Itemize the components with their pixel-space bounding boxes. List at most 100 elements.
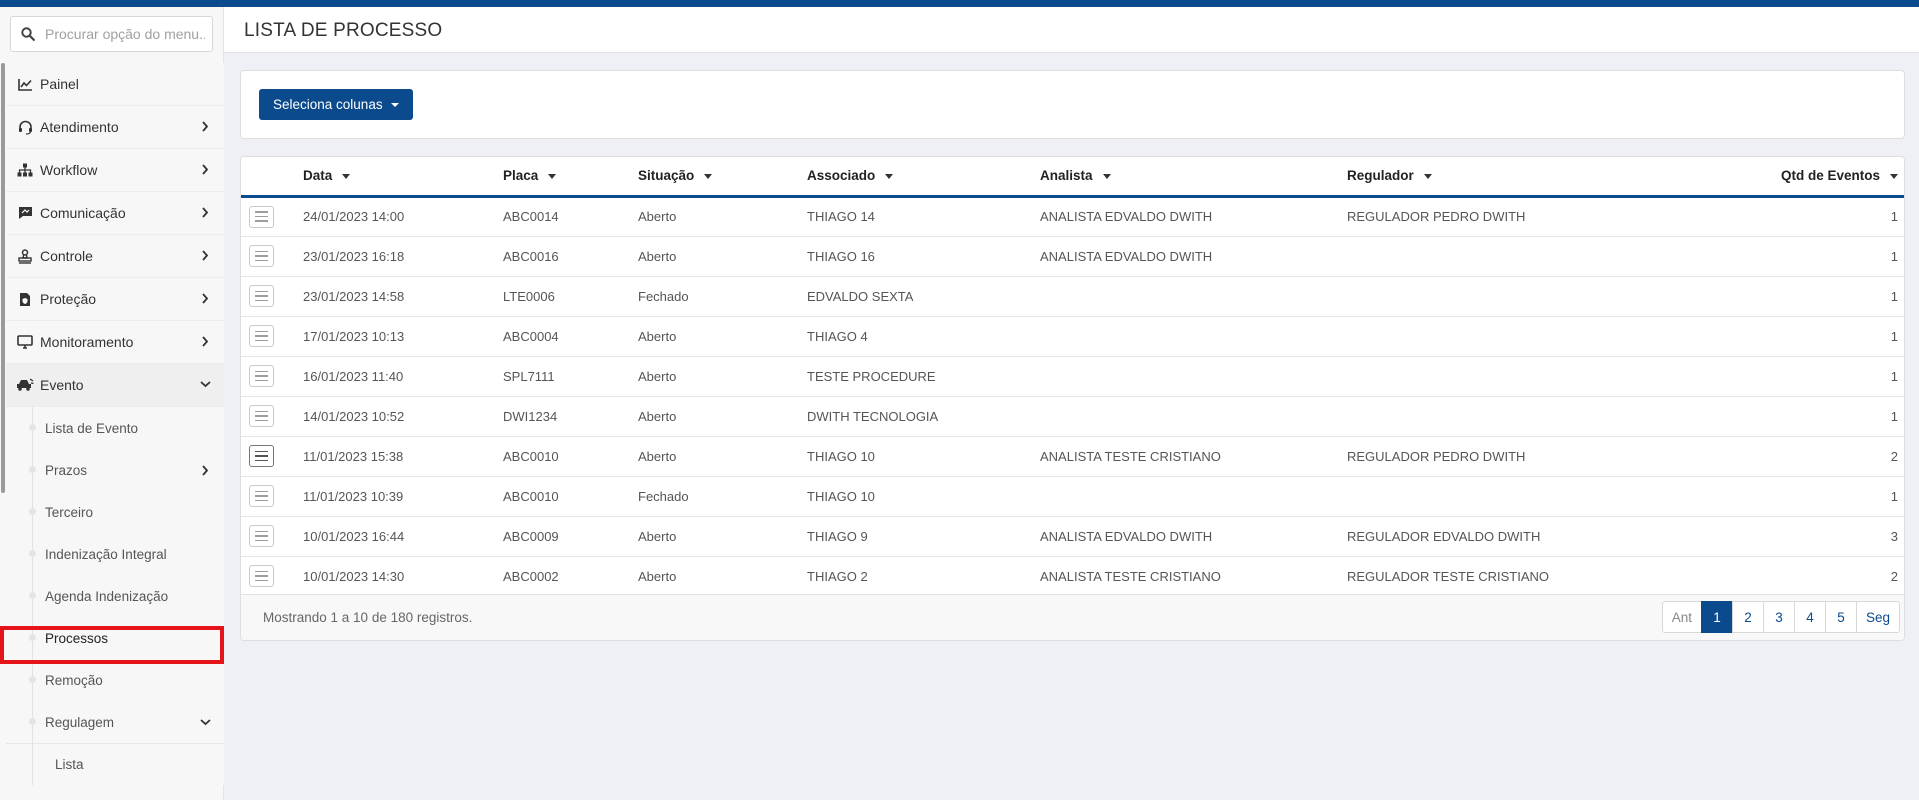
cell-data: 10/01/2023 14:30 <box>303 556 503 597</box>
menu-line <box>255 410 268 413</box>
tree-dot-icon <box>29 550 36 557</box>
row-menu-icon[interactable] <box>249 485 274 507</box>
submenu-item-prazos[interactable]: Prazos <box>6 449 224 491</box>
chevron-right-icon <box>198 463 212 477</box>
car-crash-icon <box>16 376 34 394</box>
menu-line <box>255 490 268 493</box>
cell-placa: LTE0006 <box>503 276 638 317</box>
sidebar-item-label: Painel <box>40 76 79 92</box>
table-header-row: Data Placa Situação Associado Analista R… <box>241 157 1904 198</box>
menu-line <box>255 499 268 502</box>
col-header-associado[interactable]: Associado <box>807 157 1040 198</box>
sidebar-item-atendimento[interactable]: Atendimento <box>6 106 224 149</box>
row-menu-icon[interactable] <box>249 245 274 267</box>
table-row[interactable]: 17/01/2023 10:13 ABC0004 Aberto THIAGO 4 1 <box>241 316 1904 357</box>
cell-qtd: 1 <box>1636 316 1904 357</box>
col-header-data[interactable]: Data <box>303 157 503 198</box>
col-header-label: Associado <box>807 168 876 184</box>
col-header-qtd-eventos[interactable]: Qtd de Eventos <box>1636 157 1904 198</box>
table-row[interactable]: 10/01/2023 14:30 ABC0002 Aberto THIAGO 2 ANA… <box>241 556 1904 597</box>
col-header-label: Situação <box>638 168 695 184</box>
row-menu-icon[interactable] <box>249 365 274 387</box>
table-row[interactable]: 23/01/2023 16:18 ABC0016 Aberto THIAGO 16 AN… <box>241 236 1904 277</box>
col-header-label: Regulador <box>1347 168 1414 184</box>
row-menu-icon[interactable] <box>249 525 274 547</box>
submenu-item-lista-evento[interactable]: Lista de Evento <box>6 407 224 449</box>
cell-data: 10/01/2023 16:44 <box>303 516 503 557</box>
select-columns-button[interactable]: Seleciona colunas <box>259 89 413 120</box>
sidebar-item-label: Comunicação <box>40 205 126 221</box>
sidebar-scrollbar[interactable] <box>1 63 5 493</box>
table-row[interactable]: 16/01/2023 11:40 SPL7111 Aberto TESTE PROCE… <box>241 356 1904 397</box>
sidebar-item-evento[interactable]: Evento <box>6 364 224 407</box>
sidebar-item-monitoramento[interactable]: Monitoramento <box>6 321 224 364</box>
cell-analista: ANALISTA TESTE CRISTIANO <box>1040 556 1347 597</box>
cell-qtd: 1 <box>1636 276 1904 317</box>
cell-associado: THIAGO 2 <box>807 556 1040 597</box>
pagination-page-2[interactable]: 2 <box>1731 601 1764 633</box>
process-table-panel: Data Placa Situação Associado Analista R… <box>240 156 1905 641</box>
menu-line <box>255 579 268 582</box>
sidebar-item-controle[interactable]: Controle <box>6 235 224 278</box>
col-header-label: Data <box>303 168 333 184</box>
row-menu-icon[interactable] <box>249 565 274 587</box>
pagination-prev[interactable]: Ant <box>1661 601 1702 633</box>
table-row[interactable]: 11/01/2023 15:38 ABC0010 Aberto THIAGO 10 AN… <box>241 436 1904 477</box>
row-menu-icon[interactable] <box>249 205 274 228</box>
table-row[interactable]: 10/01/2023 16:44 ABC0009 Aberto THIAGO 9 ANA… <box>241 516 1904 557</box>
submenu-item-agenda-indenizacao[interactable]: Agenda Indenização <box>6 575 224 617</box>
row-menu-icon[interactable] <box>249 285 274 307</box>
cell-situacao: Aberto <box>638 556 807 597</box>
sidebar-item-workflow[interactable]: Workflow <box>6 149 224 192</box>
pagination-page-1[interactable]: 1 <box>1700 601 1733 633</box>
cell-qtd: 1 <box>1636 396 1904 437</box>
menu-search[interactable] <box>10 16 213 52</box>
search-input[interactable] <box>45 26 205 42</box>
table-row[interactable]: 14/01/2023 10:52 DWI1234 Aberto DWITH TECNO… <box>241 396 1904 437</box>
row-menu-icon[interactable] <box>249 325 274 347</box>
table-row[interactable]: 23/01/2023 14:58 LTE0006 Fechado EDVALDO SE… <box>241 276 1904 317</box>
table-row[interactable]: 24/01/2023 14:00 ABC0014 Aberto THIAGO 14 AN… <box>241 196 1904 237</box>
sidebar-item-painel[interactable]: Painel <box>6 63 224 106</box>
pagination-page-5[interactable]: 5 <box>1824 601 1857 633</box>
headset-icon <box>16 118 34 136</box>
row-menu-icon[interactable] <box>249 445 274 467</box>
menu-line <box>255 419 268 422</box>
menu-line <box>255 211 268 213</box>
subsubmenu-item-lista[interactable]: Lista <box>6 743 224 785</box>
sidebar-item-comunicacao[interactable]: Comunicação <box>6 192 224 235</box>
cell-placa: ABC0010 <box>503 436 638 477</box>
cell-associado: EDVALDO SEXTA <box>807 276 1040 317</box>
submenu-item-terceiro[interactable]: Terceiro <box>6 491 224 533</box>
sidebar-item-label: Proteção <box>40 291 97 307</box>
cell-associado: THIAGO 9 <box>807 516 1040 557</box>
cell-regulador: REGULADOR TESTE CRISTIANO <box>1347 556 1636 597</box>
cell-situacao: Aberto <box>638 316 807 357</box>
submenu-item-remocao[interactable]: Remoção <box>6 659 224 701</box>
col-header-analista[interactable]: Analista <box>1040 157 1347 198</box>
submenu-item-regulagem[interactable]: Regulagem <box>6 701 224 743</box>
col-header-placa[interactable]: Placa <box>503 157 638 198</box>
pagination-page-4[interactable]: 4 <box>1793 601 1826 633</box>
sort-caret-icon <box>548 174 557 180</box>
cell-data: 17/01/2023 10:13 <box>303 316 503 357</box>
submenu-item-processos[interactable]: Processos <box>6 617 224 659</box>
select-columns-label: Seleciona colunas <box>273 97 383 112</box>
cell-associado: THIAGO 10 <box>807 436 1040 477</box>
col-header-regulador[interactable]: Regulador <box>1347 157 1636 198</box>
pagination-next[interactable]: Seg <box>1855 601 1900 633</box>
sidebar-item-label: Controle <box>40 248 93 264</box>
sidebar-item-label: Evento <box>40 377 84 393</box>
row-menu-icon[interactable] <box>249 405 274 427</box>
sidebar-item-protecao[interactable]: Proteção <box>6 278 224 321</box>
chevron-right-icon <box>198 205 212 219</box>
table-row[interactable]: 11/01/2023 10:39 ABC0010 Fechado THIAGO 10 1 <box>241 476 1904 517</box>
col-header-situacao[interactable]: Situação <box>638 157 807 198</box>
tree-dot-icon <box>29 718 36 725</box>
pagination-page-3[interactable]: 3 <box>1762 601 1795 633</box>
submenu-item-label: Processos <box>45 630 109 646</box>
menu-line <box>255 255 268 257</box>
submenu-item-indenizacao-integral[interactable]: Indenização Integral <box>6 533 224 575</box>
cell-placa: ABC0014 <box>503 196 638 237</box>
cell-data: 11/01/2023 15:38 <box>303 436 503 477</box>
